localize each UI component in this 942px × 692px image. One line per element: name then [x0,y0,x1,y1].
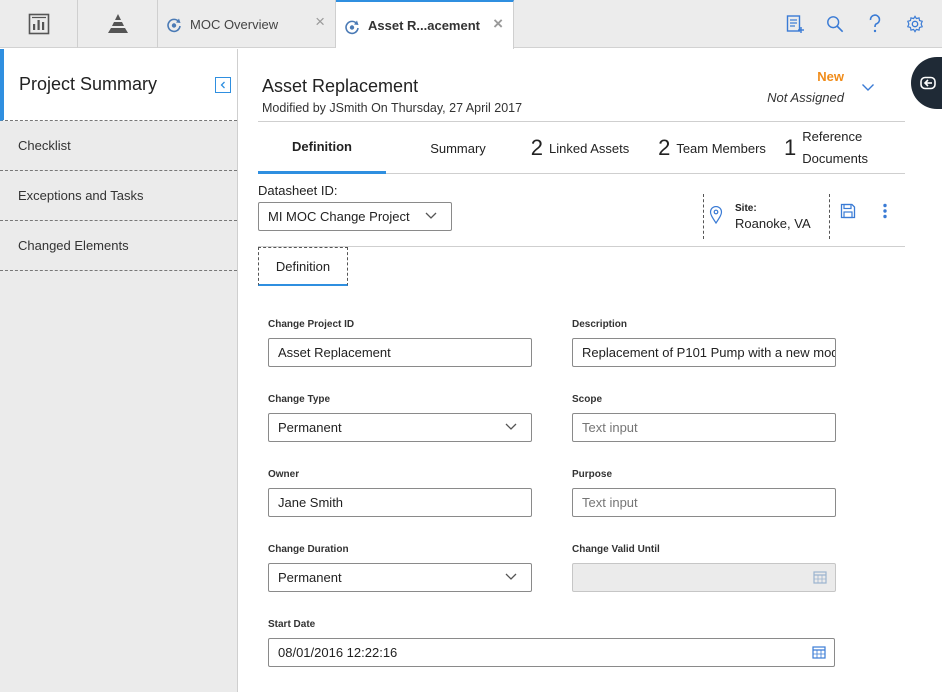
sidebar-item-label: Exceptions and Tasks [18,188,144,203]
side-panel-icon [920,76,936,90]
change-project-id-label: Change Project ID [268,319,355,330]
start-date-input[interactable]: 08/01/2016 12:22:16 [268,638,835,667]
site-value: Roanoke, VA [735,216,811,231]
tab-definition[interactable]: Definition [258,122,386,174]
chevron-down-icon [862,84,874,91]
tab-linked-assets[interactable]: 2 Linked Assets [530,122,630,174]
description-input[interactable] [572,338,836,367]
tab-team-members[interactable]: 2 Team Members [656,122,768,174]
change-type-value: Permanent [278,420,342,435]
moc-refresh-icon [167,18,181,33]
save-icon [840,203,856,219]
top-bar: MOC Overview × Asset R...acement × [0,0,942,49]
section-tab-definition[interactable]: Definition [258,247,348,286]
new-record-icon [786,15,804,33]
chevron-down-icon [505,573,517,580]
more-options-button[interactable] [882,203,888,224]
tab-summary[interactable]: Summary [398,122,518,174]
owner-input[interactable] [268,488,532,517]
sidebar-item-changed-elements[interactable]: Changed Elements [0,221,237,271]
tab-count: 1 [784,135,797,160]
chevron-left-icon [220,81,225,89]
close-icon[interactable]: × [315,13,325,30]
sidebar: Project Summary Checklist Exceptions and… [0,49,238,692]
settings-icon [907,15,923,33]
scope-label: Scope [572,394,603,405]
dashboard-button[interactable] [0,0,78,48]
tab-count: 2 [658,135,671,160]
tab-count: 2 [530,135,544,160]
calendar-icon[interactable] [812,645,826,659]
tab-asset-replacement[interactable]: Asset R...acement × [336,0,514,49]
site-label: Site: [735,203,757,214]
record-tabs: Definition Summary 2 Linked Assets 2 Tea… [258,122,905,174]
settings-button[interactable] [906,14,924,34]
chevron-down-icon [425,212,437,219]
change-type-select[interactable]: Permanent [268,413,532,442]
change-valid-until-label: Change Valid Until [572,544,660,555]
utility-icons [786,0,924,48]
pyramid-icon [107,14,128,33]
datasheet-label: Datasheet ID: [258,183,338,198]
sidebar-item-label: Changed Elements [18,238,129,253]
purpose-label: Purpose [572,469,613,480]
change-duration-label: Change Duration [268,544,349,555]
tab-label: Linked Assets [549,140,630,156]
location-pin-icon [709,206,723,224]
change-duration-select[interactable]: Permanent [268,563,532,592]
state-indicator[interactable]: New Not Assigned [767,69,844,105]
tab-label: MOC Overview [190,16,279,32]
record-subtitle: Modified by JSmith On Thursday, 27 April… [262,101,523,115]
tab-reference-documents[interactable]: 1 Reference Documents [780,122,872,174]
tab-label: Team Members [676,140,766,156]
state-assignment: Not Assigned [767,90,844,105]
new-record-button[interactable] [786,14,804,34]
side-panel-toggle[interactable] [911,57,942,109]
tab-label: Definition [292,139,352,154]
dashboard-icon [28,13,49,35]
help-button[interactable] [866,14,884,34]
owner-label: Owner [268,469,300,480]
search-button[interactable] [826,14,844,34]
change-valid-until-input [572,563,836,592]
save-button[interactable] [840,203,856,224]
help-icon [869,14,881,33]
more-vertical-icon [883,203,887,219]
change-type-label: Change Type [268,394,331,405]
pyramid-button[interactable] [78,0,158,48]
change-project-id-input[interactable] [268,338,532,367]
scope-input[interactable] [572,413,836,442]
datasheet-value: MI MOC Change Project [268,209,410,224]
tab-label-line2: Documents [802,151,868,166]
state-dropdown-button[interactable] [861,79,875,97]
collapse-sidebar-button[interactable] [215,77,231,93]
tab-moc-overview[interactable]: MOC Overview × [158,0,336,48]
section-divider [258,246,905,247]
close-icon[interactable]: × [493,15,503,32]
sidebar-title: Project Summary [19,74,158,94]
tab-label: Summary [430,140,486,156]
start-date-label: Start Date [268,619,316,630]
sidebar-item-exceptions-and-tasks[interactable]: Exceptions and Tasks [0,171,237,221]
sidebar-item-label: Checklist [18,138,71,153]
sidebar-item-checklist[interactable]: Checklist [0,121,237,171]
main-content: Asset Replacement Modified by JSmith On … [239,49,942,692]
tab-label: Asset R...acement [368,18,480,33]
change-duration-value: Permanent [278,570,342,585]
site-indicator: Site: Roanoke, VA [703,194,830,239]
tab-label-line1: Reference [802,129,863,144]
purpose-input[interactable] [572,488,836,517]
description-label: Description [572,319,628,330]
datasheet-select[interactable]: MI MOC Change Project [258,202,452,231]
sidebar-header[interactable]: Project Summary [0,49,237,121]
record-title: Asset Replacement [262,76,419,96]
start-date-value: 08/01/2016 12:22:16 [278,645,398,660]
moc-refresh-icon [345,20,359,34]
tab-label: Reference Documents [802,126,868,170]
state-name: New [817,69,844,84]
calendar-icon [813,571,827,584]
search-icon [827,16,844,33]
chevron-down-icon [505,423,517,430]
section-tab-label: Definition [275,258,331,274]
